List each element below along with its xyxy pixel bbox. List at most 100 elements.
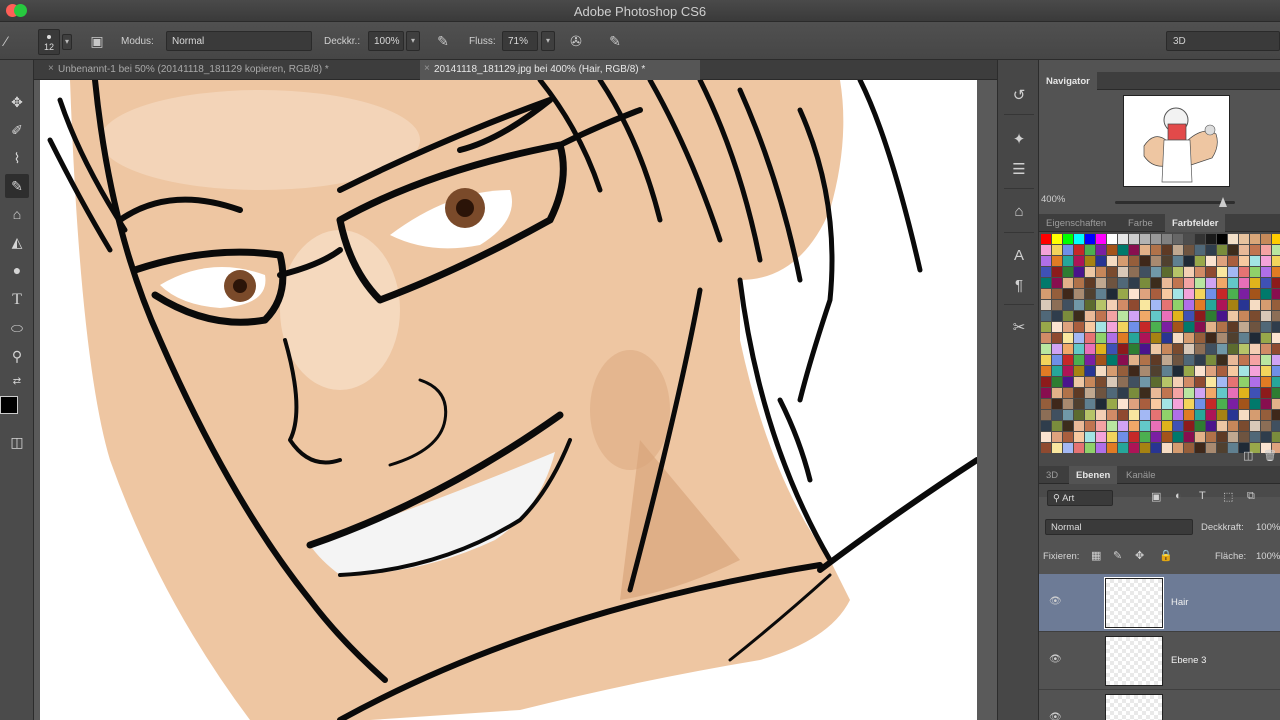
- swatch[interactable]: [1052, 421, 1062, 431]
- swatch[interactable]: [1085, 289, 1095, 299]
- swatch[interactable]: [1195, 355, 1205, 365]
- swatch[interactable]: [1041, 311, 1051, 321]
- swatch[interactable]: [1206, 278, 1216, 288]
- swatch[interactable]: [1118, 432, 1128, 442]
- swatch[interactable]: [1239, 311, 1249, 321]
- swatch[interactable]: [1272, 267, 1280, 277]
- swatch[interactable]: [1140, 311, 1150, 321]
- layer-row-ebene-3[interactable]: 👁 Ebene 3: [1039, 632, 1280, 690]
- swatch[interactable]: [1096, 344, 1106, 354]
- swatch[interactable]: [1217, 366, 1227, 376]
- swatch[interactable]: [1140, 300, 1150, 310]
- swatch[interactable]: [1041, 234, 1051, 244]
- swatch[interactable]: [1085, 399, 1095, 409]
- swatch[interactable]: [1074, 344, 1084, 354]
- eye-icon[interactable]: 👁: [1049, 654, 1062, 665]
- swatch[interactable]: [1261, 300, 1271, 310]
- swatch[interactable]: [1173, 366, 1183, 376]
- swatch[interactable]: [1085, 421, 1095, 431]
- swatch[interactable]: [1052, 366, 1062, 376]
- swatch[interactable]: [1063, 267, 1073, 277]
- swatch[interactable]: [1063, 421, 1073, 431]
- brush-size-picker[interactable]: 12: [38, 29, 60, 55]
- swatch[interactable]: [1173, 432, 1183, 442]
- swatch[interactable]: [1129, 267, 1139, 277]
- swatch[interactable]: [1140, 344, 1150, 354]
- swatch[interactable]: [1151, 256, 1161, 266]
- swatch[interactable]: [1118, 289, 1128, 299]
- swatch[interactable]: [1041, 322, 1051, 332]
- swatch[interactable]: [1239, 289, 1249, 299]
- swatch[interactable]: [1041, 245, 1051, 255]
- filter-adjustment-icon[interactable]: ◐: [1175, 490, 1182, 502]
- swatch[interactable]: [1228, 234, 1238, 244]
- swatch[interactable]: [1162, 421, 1172, 431]
- swatch[interactable]: [1096, 443, 1106, 453]
- swatch[interactable]: [1261, 322, 1271, 332]
- swatch[interactable]: [1063, 443, 1073, 453]
- swatch[interactable]: [1261, 355, 1271, 365]
- swatch[interactable]: [1063, 289, 1073, 299]
- swatch[interactable]: [1206, 333, 1216, 343]
- swatch[interactable]: [1217, 322, 1227, 332]
- navigator-zoom-slider[interactable]: [1115, 201, 1235, 204]
- swatch[interactable]: [1228, 355, 1238, 365]
- swatch[interactable]: [1085, 333, 1095, 343]
- swatch[interactable]: [1250, 421, 1260, 431]
- pressure-opacity-icon[interactable]: ✎: [432, 31, 454, 51]
- swatch[interactable]: [1096, 256, 1106, 266]
- swatch[interactable]: [1228, 333, 1238, 343]
- swatch[interactable]: [1118, 410, 1128, 420]
- swatch[interactable]: [1129, 311, 1139, 321]
- swatch[interactable]: [1041, 388, 1051, 398]
- swatch[interactable]: [1063, 377, 1073, 387]
- swatch[interactable]: [1151, 267, 1161, 277]
- swatch[interactable]: [1261, 278, 1271, 288]
- swatch[interactable]: [1129, 443, 1139, 453]
- swatch[interactable]: [1184, 322, 1194, 332]
- tab-farbfelder[interactable]: Farbfelder: [1165, 214, 1226, 232]
- filter-shape-icon[interactable]: ⬚: [1223, 490, 1233, 503]
- swatch[interactable]: [1272, 333, 1280, 343]
- swatch[interactable]: [1173, 267, 1183, 277]
- swatch[interactable]: [1074, 289, 1084, 299]
- swatch[interactable]: [1151, 311, 1161, 321]
- swatch[interactable]: [1151, 289, 1161, 299]
- swatch[interactable]: [1184, 300, 1194, 310]
- swatch[interactable]: [1107, 443, 1117, 453]
- swatch[interactable]: [1140, 322, 1150, 332]
- swatch[interactable]: [1096, 289, 1106, 299]
- swatch[interactable]: [1074, 300, 1084, 310]
- swatch[interactable]: [1206, 289, 1216, 299]
- swatch[interactable]: [1041, 300, 1051, 310]
- type-tool-icon[interactable]: T: [5, 288, 29, 312]
- document-canvas[interactable]: [40, 80, 977, 720]
- swatch[interactable]: [1250, 388, 1260, 398]
- swatch[interactable]: [1173, 410, 1183, 420]
- lock-transparency-icon[interactable]: ▦: [1091, 549, 1101, 562]
- swatch[interactable]: [1052, 322, 1062, 332]
- swatch[interactable]: [1217, 311, 1227, 321]
- swatch[interactable]: [1162, 344, 1172, 354]
- swatch[interactable]: [1052, 443, 1062, 453]
- swatch[interactable]: [1140, 278, 1150, 288]
- swatch[interactable]: [1228, 421, 1238, 431]
- swatch[interactable]: [1228, 366, 1238, 376]
- swatch[interactable]: [1162, 256, 1172, 266]
- swatch[interactable]: [1052, 300, 1062, 310]
- swatch[interactable]: [1074, 421, 1084, 431]
- swatch[interactable]: [1228, 410, 1238, 420]
- swatch[interactable]: [1096, 234, 1106, 244]
- swatch[interactable]: [1195, 443, 1205, 453]
- swatch[interactable]: [1228, 245, 1238, 255]
- swatch[interactable]: [1041, 278, 1051, 288]
- swatch[interactable]: [1261, 421, 1271, 431]
- swatch[interactable]: [1151, 344, 1161, 354]
- swatch[interactable]: [1041, 267, 1051, 277]
- mode-select[interactable]: Normal: [166, 31, 312, 51]
- swatch[interactable]: [1261, 432, 1271, 442]
- pressure-size-icon[interactable]: ✎: [604, 31, 626, 51]
- swatch[interactable]: [1107, 388, 1117, 398]
- swatch[interactable]: [1151, 300, 1161, 310]
- swatch[interactable]: [1074, 278, 1084, 288]
